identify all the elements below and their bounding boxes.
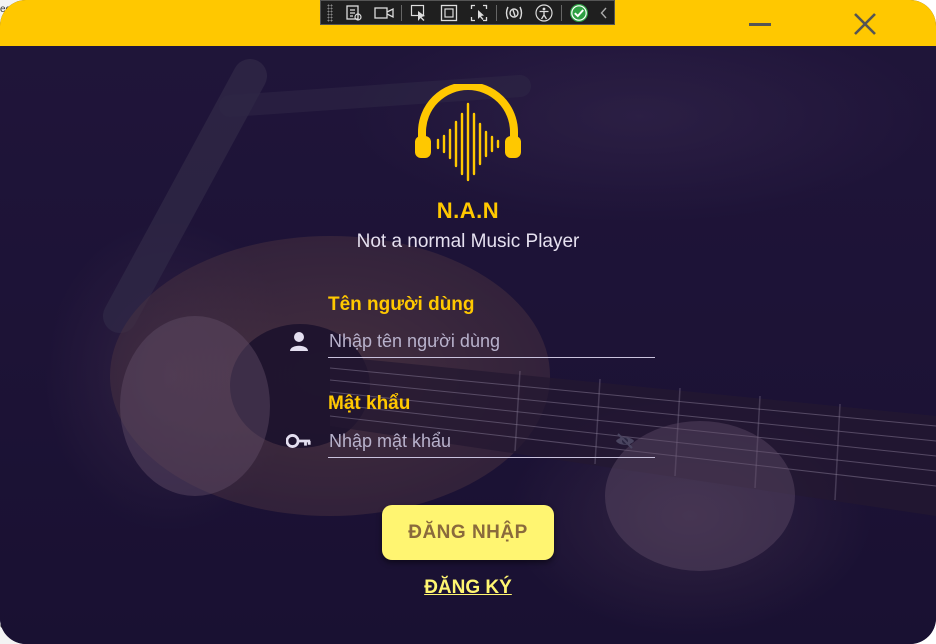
live-visual-tree-icon — [346, 4, 362, 21]
app-name: N.A.N — [436, 198, 500, 223]
headphones-soundwave-icon — [415, 84, 521, 182]
display-layout-adorners-button[interactable] — [434, 2, 464, 24]
toolbar-separator — [496, 4, 497, 21]
close-button[interactable] — [845, 6, 885, 42]
live-visual-tree-button[interactable] — [339, 2, 369, 24]
minus-icon — [749, 23, 771, 26]
eye-off-icon — [616, 433, 634, 449]
check-icon — [570, 3, 588, 22]
key-icon — [286, 428, 312, 454]
select-element-button[interactable] — [404, 2, 434, 24]
password-input[interactable] — [328, 426, 655, 458]
app-tagline: Not a normal Music Player — [356, 231, 580, 252]
password-label: Mật khẩu — [328, 393, 411, 414]
collapse-chevron-icon — [600, 7, 607, 18]
login-window: N.A.N Not a normal Music Player Tên ngườ… — [0, 0, 936, 644]
toolbar-grip[interactable] — [327, 3, 333, 22]
binding-failures-icon — [505, 6, 523, 19]
toolbar-separator — [561, 4, 562, 21]
login-panel: N.A.N Not a normal Music Player Tên ngườ… — [0, 46, 936, 644]
accessibility-button[interactable] — [529, 2, 559, 24]
track-focus-icon — [470, 4, 488, 21]
username-label: Tên người dùng — [328, 294, 475, 315]
binding-failures-button[interactable] — [499, 2, 529, 24]
toolbar-separator — [401, 4, 402, 21]
user-icon — [286, 328, 312, 354]
hot-reload-status-button[interactable] — [564, 2, 594, 24]
toggle-password-visibility-button[interactable] — [612, 429, 638, 453]
accessibility-icon — [535, 3, 553, 22]
register-link[interactable]: ĐĂNG KÝ — [368, 577, 568, 599]
track-focus-button[interactable] — [464, 2, 494, 24]
debug-toolbar — [320, 0, 615, 25]
display-layout-adorners-icon — [440, 4, 458, 21]
collapse-toolbar-button[interactable] — [594, 2, 614, 24]
minimize-button[interactable] — [740, 6, 780, 42]
select-element-icon — [410, 4, 425, 21]
login-button[interactable]: ĐĂNG NHẬP — [382, 505, 554, 560]
username-input[interactable] — [328, 326, 655, 358]
video-record-icon — [374, 6, 394, 19]
x-icon — [854, 13, 876, 35]
video-record-button[interactable] — [369, 2, 399, 24]
